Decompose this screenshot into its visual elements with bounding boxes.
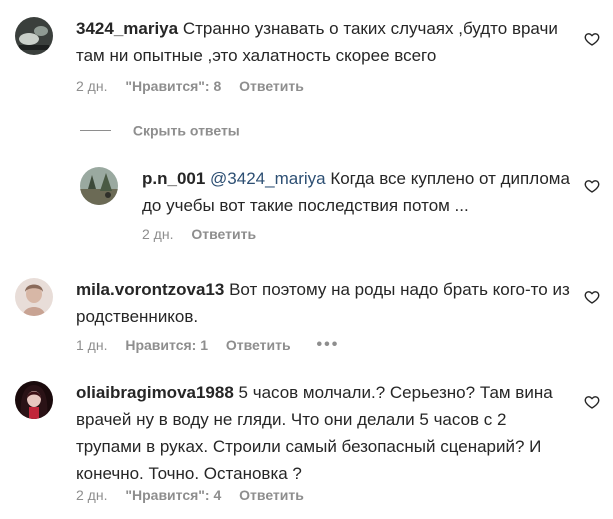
reply-button[interactable]: Ответить	[191, 226, 256, 242]
comment-text: Когда все куплено от диплома до учебы во…	[142, 169, 570, 215]
comment-time: 1 дн.	[76, 337, 108, 354]
heart-outline-icon[interactable]	[584, 289, 600, 305]
comment-time: 2 дн.	[142, 226, 174, 243]
likes-count[interactable]: "Нравится": 8	[125, 78, 221, 94]
mention-link[interactable]: @3424_mariya	[210, 169, 326, 188]
reply-button[interactable]: Ответить	[239, 487, 304, 503]
comment-username[interactable]: mila.vorontzova13	[76, 280, 224, 299]
avatar[interactable]	[15, 17, 53, 55]
likes-count[interactable]: "Нравится": 4	[125, 487, 221, 503]
more-options-icon[interactable]: •••	[316, 336, 339, 354]
likes-count[interactable]: Нравится: 1	[125, 337, 208, 353]
reply-button[interactable]: Ответить	[239, 78, 304, 94]
comment-username[interactable]: 3424_mariya	[76, 19, 178, 38]
comment-body: oliaibragimova1988 5 часов молчали.? Сер…	[76, 379, 576, 487]
avatar[interactable]	[80, 167, 118, 205]
comment-meta: 2 дн. "Нравится": 8 Ответить	[76, 77, 304, 94]
hide-replies-toggle[interactable]: Скрыть ответы	[80, 121, 240, 138]
comment-body: 3424_mariya Странно узнавать о таких слу…	[76, 15, 576, 69]
comment-meta: 2 дн. "Нравится": 4 Ответить	[76, 486, 304, 503]
comment-body: mila.vorontzova13 Вот поэтому на роды на…	[76, 276, 576, 330]
comment-username[interactable]: p.n_001	[142, 169, 205, 188]
comment-meta: 1 дн. Нравится: 1 Ответить •••	[76, 336, 339, 354]
comment-body: p.n_001 @3424_mariya Когда все куплено о…	[142, 165, 572, 219]
hide-replies-label[interactable]: Скрыть ответы	[133, 122, 240, 138]
heart-outline-icon[interactable]	[584, 394, 600, 410]
heart-outline-icon[interactable]	[584, 178, 600, 194]
divider-line	[80, 129, 111, 131]
comment-meta: 2 дн. Ответить	[142, 225, 256, 242]
reply-button[interactable]: Ответить	[226, 337, 291, 353]
comment-username[interactable]: oliaibragimova1988	[76, 383, 234, 402]
avatar[interactable]	[15, 381, 53, 419]
avatar[interactable]	[15, 278, 53, 316]
comment-time: 2 дн.	[76, 487, 108, 504]
comment-time: 2 дн.	[76, 78, 108, 95]
heart-outline-icon[interactable]	[584, 31, 600, 47]
